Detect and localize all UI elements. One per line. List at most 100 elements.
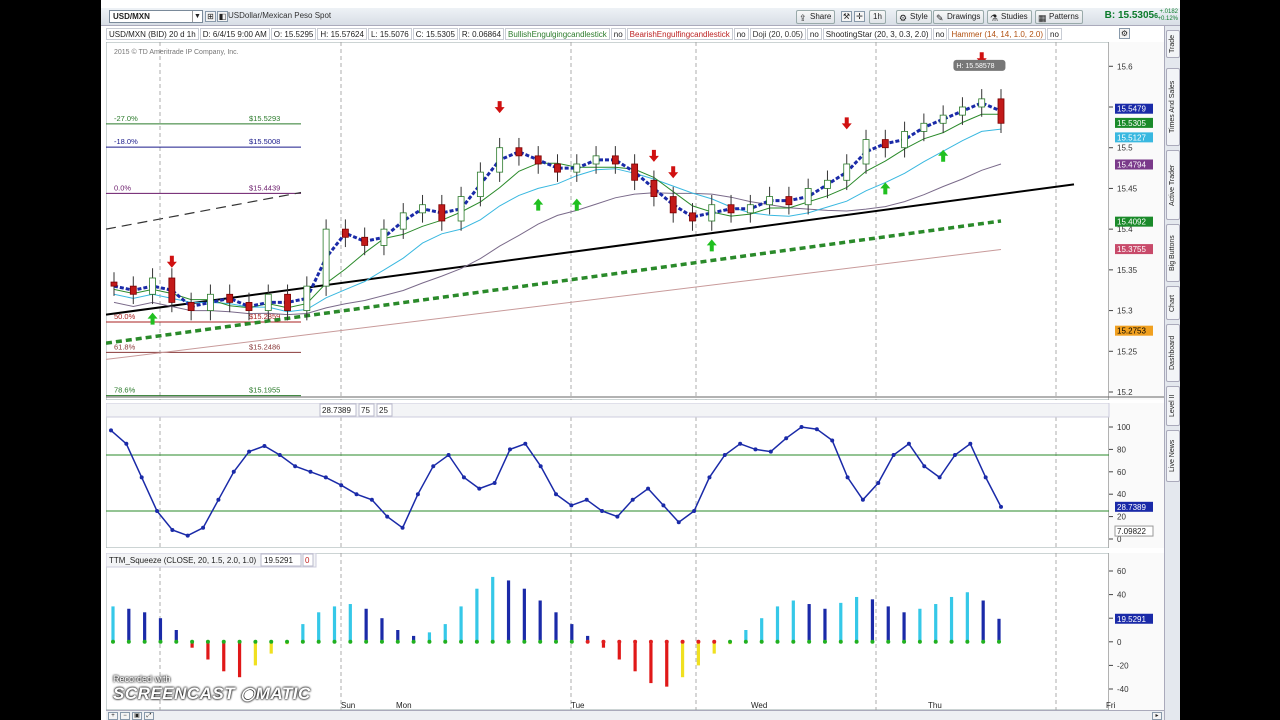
tools-icon[interactable]: ⚒ bbox=[841, 11, 852, 22]
stoch-point bbox=[231, 469, 236, 474]
candle-body bbox=[978, 98, 986, 108]
zoom-in-icon[interactable]: + bbox=[108, 712, 118, 720]
stoch-point bbox=[415, 492, 420, 497]
fit-icon[interactable]: ▣ bbox=[132, 712, 142, 720]
side-tab[interactable]: Level II bbox=[1166, 386, 1180, 426]
price-change: +.0182 +0.12% bbox=[1157, 9, 1178, 22]
study-label[interactable]: H: 15.57624 bbox=[317, 28, 367, 40]
squeeze-bar bbox=[158, 618, 163, 642]
y-tick-label: 20 bbox=[1117, 513, 1126, 522]
stoch-point bbox=[707, 475, 712, 480]
candle-body bbox=[534, 155, 542, 165]
squeeze-bar bbox=[775, 606, 780, 642]
time-scrollbar[interactable]: + − ▣ ⤢ ▸ bbox=[106, 710, 1164, 720]
squeeze-dot bbox=[648, 639, 653, 644]
stoch-point bbox=[507, 447, 512, 452]
side-tab[interactable]: Dashboard bbox=[1166, 324, 1180, 382]
y-tick-label: 15.45 bbox=[1117, 184, 1138, 193]
candle-body bbox=[785, 196, 793, 206]
squeeze-dot bbox=[538, 639, 543, 644]
candle-body bbox=[746, 204, 754, 214]
squeeze-dot bbox=[126, 639, 131, 644]
style-button[interactable]: ⚙ Style bbox=[896, 10, 932, 24]
squeeze-dot bbox=[601, 639, 606, 644]
candle-body bbox=[959, 106, 966, 116]
stoch-point bbox=[538, 464, 543, 469]
study-label[interactable]: no bbox=[806, 28, 822, 40]
chart-toolbar: USD/MXN ▼ ⊞ ◧ USDollar/Mexican Peso Spot… bbox=[101, 8, 1180, 26]
candle-body bbox=[824, 179, 831, 189]
squeeze-bar bbox=[317, 612, 321, 642]
stoch-point bbox=[431, 464, 436, 469]
study-label[interactable]: Doji (20, 0.05) bbox=[749, 28, 806, 40]
study-label[interactable]: Hammer (14, 14, 1.0, 2.0) bbox=[948, 28, 1047, 40]
candle-body bbox=[264, 293, 272, 311]
stoch-point bbox=[139, 475, 144, 480]
quote-icon[interactable]: ◧ bbox=[217, 11, 228, 22]
squeeze-dot bbox=[981, 639, 986, 644]
candle-body bbox=[573, 163, 581, 173]
scroll-right-icon[interactable]: ▸ bbox=[1152, 712, 1162, 720]
candle-body bbox=[611, 155, 619, 165]
symbol-input[interactable]: USD/MXN ▼ bbox=[109, 10, 203, 23]
studies-button[interactable]: ⚗ Studies bbox=[987, 10, 1032, 24]
stoch-point bbox=[922, 464, 927, 469]
patterns-icon: ▦ bbox=[1038, 13, 1047, 23]
fib-price-label: $15.1955 bbox=[249, 386, 280, 395]
squeeze-dot bbox=[743, 639, 748, 644]
side-tab[interactable]: Active Trader bbox=[1166, 150, 1180, 220]
squeeze-bar bbox=[680, 641, 685, 678]
drawings-button[interactable]: ✎ Drawings bbox=[933, 10, 985, 24]
settings-icon[interactable]: ⚙ bbox=[1119, 28, 1130, 39]
stoch-header-value: 25 bbox=[379, 406, 388, 415]
study-label[interactable]: no bbox=[1047, 28, 1062, 40]
squeeze-bar bbox=[364, 608, 368, 642]
side-tab[interactable]: Times And Sales bbox=[1166, 68, 1180, 146]
x-axis-label: Wed bbox=[751, 701, 767, 710]
squeeze-dot bbox=[348, 639, 353, 644]
price-panel[interactable]: 15.615.5515.515.4515.415.3515.315.2515.2… bbox=[106, 42, 1164, 400]
study-label[interactable]: BullishEngulgingcandlestick bbox=[505, 28, 610, 40]
squeeze-dot bbox=[949, 639, 954, 644]
study-label[interactable]: USD/MXN (BID) 20 d 1h bbox=[106, 28, 199, 40]
stoch-point bbox=[492, 481, 497, 485]
stoch-point bbox=[385, 514, 390, 519]
squeeze-dot bbox=[411, 639, 416, 644]
crosshair-icon[interactable]: ✛ bbox=[854, 11, 865, 22]
study-label[interactable]: D: 6/4/15 9:00 AM bbox=[199, 28, 270, 40]
side-tab[interactable]: Chart bbox=[1166, 286, 1180, 320]
stoch-point bbox=[845, 475, 850, 480]
side-tab[interactable]: Live News bbox=[1166, 430, 1180, 482]
y-tick-label: 0 bbox=[1117, 638, 1122, 647]
stoch-point bbox=[354, 492, 359, 497]
timeframe-button[interactable]: 1h bbox=[869, 10, 886, 24]
y-tick-label: 15.2 bbox=[1117, 388, 1133, 397]
link-icon[interactable]: ⊞ bbox=[205, 11, 216, 22]
y-tick-label: 15.3 bbox=[1117, 307, 1133, 316]
squeeze-dot bbox=[395, 639, 400, 644]
candle-body bbox=[650, 179, 658, 197]
side-tab[interactable]: Big Buttons bbox=[1166, 224, 1180, 282]
stoch-point bbox=[676, 520, 681, 525]
study-label[interactable]: no bbox=[610, 28, 626, 40]
side-tab[interactable]: Trade bbox=[1166, 30, 1180, 58]
squeeze-dot bbox=[253, 639, 258, 644]
stoch-point bbox=[876, 481, 881, 485]
study-label[interactable]: C: 15.5305 bbox=[412, 28, 458, 40]
panel-bg bbox=[106, 403, 1164, 548]
patterns-button[interactable]: ▦ Patterns bbox=[1035, 10, 1083, 24]
price-tag-label: 15.4794 bbox=[1117, 160, 1146, 169]
chevron-down-icon[interactable]: ▼ bbox=[192, 11, 202, 22]
zoom-out-icon[interactable]: − bbox=[120, 712, 130, 720]
study-label[interactable]: ShootingStar (20, 3, 0.3, 2.0) bbox=[822, 28, 932, 40]
study-label[interactable]: BearishEngulfingcandlestick bbox=[626, 28, 733, 40]
study-label[interactable]: R: 0.06864 bbox=[458, 28, 505, 40]
squeeze-bar bbox=[491, 576, 495, 642]
study-label[interactable]: no bbox=[733, 28, 749, 40]
study-label[interactable]: L: 15.5076 bbox=[367, 28, 412, 40]
study-label[interactable]: O: 15.5295 bbox=[270, 28, 317, 40]
stochastic-panel[interactable]: 28.7389 75 2510080604020028.73897.09822 bbox=[106, 403, 1164, 548]
study-label[interactable]: no bbox=[932, 28, 948, 40]
expand-icon[interactable]: ⤢ bbox=[144, 712, 154, 720]
share-button[interactable]: ⇪ Share bbox=[796, 10, 836, 24]
